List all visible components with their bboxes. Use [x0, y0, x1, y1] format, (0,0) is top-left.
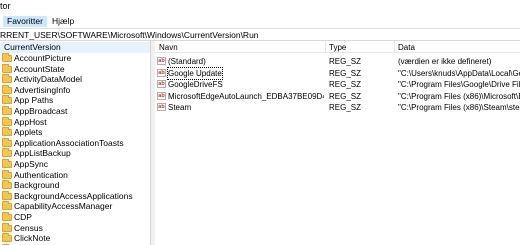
folder-icon [2, 95, 12, 105]
value-name: MicrosoftEdgeAutoLaunch_EDBA37BE09D49B67… [168, 91, 324, 101]
tree-item-label: CurrentVersion [4, 42, 61, 52]
tree-item-label: Applets [14, 127, 43, 138]
folder-icon [2, 63, 12, 73]
menu-favorites[interactable]: Favoritter [3, 16, 47, 27]
table-row[interactable]: ab (Standard) REG_SZ (værdien er ikke defin… [155, 56, 520, 67]
title-bar: tor [0, 0, 520, 14]
menu-help[interactable]: Hjælp [48, 16, 78, 27]
folder-icon [2, 106, 12, 115]
string-value-icon: ab [157, 91, 166, 100]
folder-icon [2, 53, 12, 62]
folder-icon [2, 180, 12, 190]
table-row[interactable]: ab Google Update REG_SZ "C:\Users\knuds\App… [155, 66, 520, 80]
table-row[interactable]: abMicrosoftEdgeAutoLaunch_EDBA37BE09D49B… [155, 91, 520, 102]
value-type: REG_SZ [329, 68, 362, 78]
folder-icon [2, 212, 12, 221]
list-header: Navn Type Data [155, 41, 520, 53]
tree-item-label: Background [14, 180, 60, 191]
address-path[interactable]: RRENT_USER\SOFTWARE\Microsoft\Windows\Cu… [0, 30, 259, 40]
value-type: REG_SZ [329, 91, 362, 101]
folder-icon [2, 233, 12, 243]
column-separator[interactable] [394, 41, 395, 53]
tree-item-label: CDP [14, 212, 32, 222]
tree-item-label: BackgroundAccessApplications [14, 190, 133, 201]
tree-item-label: AccountState [14, 63, 65, 74]
value-type: REG_SZ [329, 57, 362, 66]
tree-item-label: Authentication [14, 169, 68, 180]
value-name: GoogleDriveFS [168, 80, 223, 89]
table-row[interactable]: ab Steam REG_SZ "C:\Program Files (x86)\Ste… [155, 102, 520, 113]
tree-item-label: Census [14, 222, 43, 233]
tree-item-label: AppHost [14, 116, 47, 127]
folder-icon [2, 190, 12, 200]
column-header-name[interactable]: Navn [159, 43, 178, 53]
value-name: Google Update [167, 66, 223, 80]
table-row[interactable]: ab GoogleDriveFS REG_SZ "C:\Program Files\G… [155, 79, 520, 90]
value-name: (Standard) [168, 57, 206, 66]
tree-item-label: ApplicationAssociationToasts [14, 137, 124, 148]
folder-icon [2, 74, 12, 84]
string-value-icon: ab [157, 57, 166, 65]
folder-icon [2, 159, 12, 168]
column-header-data[interactable]: Data [398, 43, 415, 53]
folder-icon [2, 84, 12, 94]
tree-item-label: AppSync [14, 159, 49, 169]
menu-bar: Favoritter Hjælp [0, 14, 520, 28]
folder-icon [2, 137, 12, 147]
value-data: "C:\Program Files (x86)\Steam\steam.ex [398, 103, 520, 112]
value-data: (værdien er ikke defineret) [398, 57, 492, 66]
value-data: "C:\Program Files (x86)\Microsoft\Edge\ [398, 91, 520, 101]
folder-icon [2, 201, 12, 211]
value-data: "C:\Program Files\Google\Drive File Stre [398, 80, 520, 89]
tree-item-label: ClickNote [14, 233, 51, 244]
tree-item-current[interactable]: CurrentVersion [0, 42, 150, 53]
tree-item-label: App Paths [14, 95, 54, 106]
tree-item-label: AppBroadcast [14, 106, 68, 116]
folder-icon [2, 148, 12, 158]
folder-icon [2, 222, 12, 232]
values-list[interactable]: Navn Type Data ab (Standard) REG_SZ (værdie… [155, 41, 520, 245]
string-value-icon: ab [157, 68, 166, 77]
value-name: Steam [168, 103, 192, 112]
value-type: REG_SZ [329, 103, 362, 112]
tree-item-label: CapabilityAccessManager [14, 201, 113, 212]
string-value-icon: ab [157, 103, 166, 111]
tree-item-label: AdvertisingInfo [14, 84, 71, 95]
address-bar[interactable]: RRENT_USER\SOFTWARE\Microsoft\Windows\Cu… [0, 28, 520, 41]
tree-item-label: AppListBackup [14, 148, 71, 159]
registry-tree[interactable]: CurrentVersion AccountPicture AccountStat… [0, 41, 151, 245]
folder-icon [2, 127, 12, 137]
tree-item-label: AccountPicture [14, 53, 72, 63]
folder-icon [2, 116, 12, 126]
value-data: "C:\Users\knuds\AppData\Local\Google [398, 68, 520, 78]
value-type: REG_SZ [329, 80, 362, 89]
folder-icon [2, 169, 12, 179]
window-title: tor [0, 1, 11, 11]
string-value-icon: ab [157, 80, 166, 88]
column-separator[interactable] [325, 41, 326, 53]
tree-item-label: ActivityDataModel [14, 74, 83, 85]
column-header-type[interactable]: Type [329, 43, 346, 53]
